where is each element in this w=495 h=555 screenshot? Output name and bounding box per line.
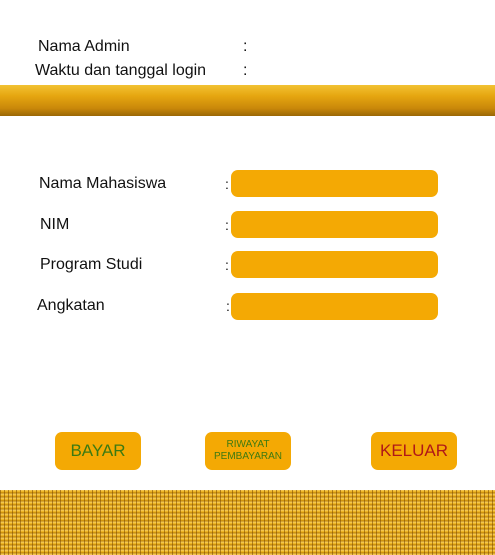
batch-year-colon: : — [226, 298, 230, 314]
study-program-label: Program Studi — [40, 256, 143, 273]
admin-name-colon: : — [243, 38, 248, 55]
student-name-label: Nama Mahasiswa — [39, 175, 167, 192]
footer-decorative-bar — [0, 490, 495, 555]
pay-button[interactable]: BAYAR — [55, 432, 141, 470]
payment-history-button[interactable]: RIWAYAT PEMBAYARAN — [205, 432, 291, 470]
batch-year-input[interactable] — [231, 293, 438, 320]
nim-input[interactable] — [231, 211, 438, 238]
admin-name-label: Nama Admin — [38, 38, 130, 55]
logout-button[interactable]: KELUAR — [371, 432, 457, 470]
nim-colon: : — [225, 217, 229, 233]
student-name-input[interactable] — [231, 170, 438, 197]
batch-year-label: Angkatan — [37, 297, 105, 314]
header-divider-bar — [0, 85, 495, 116]
login-time-colon: : — [243, 62, 248, 79]
study-program-input[interactable] — [231, 251, 438, 278]
nim-label: NIM — [40, 216, 70, 233]
student-name-colon: : — [225, 176, 229, 192]
login-time-label: Waktu dan tanggal login — [35, 62, 207, 79]
study-program-colon: : — [225, 257, 229, 273]
